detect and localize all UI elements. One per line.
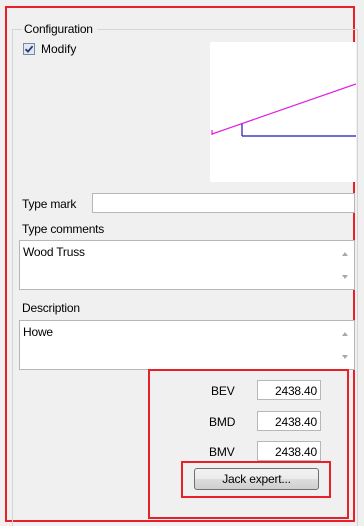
scroll-up-icon[interactable] (342, 332, 348, 336)
bmv-label: BMV (209, 445, 235, 459)
modify-label: Modify (41, 42, 77, 56)
description-scrollbar[interactable] (338, 322, 353, 368)
check-icon (24, 45, 34, 53)
type-comments-label: Type comments (22, 222, 105, 236)
modify-checkbox[interactable] (23, 43, 35, 55)
bmd-field[interactable]: 2438.40 (257, 411, 321, 431)
scroll-down-icon[interactable] (342, 355, 348, 359)
bmv-field[interactable]: 2438.40 (257, 441, 321, 461)
bev-label: BEV (211, 384, 235, 398)
configuration-title: Configuration (22, 22, 97, 36)
type-mark-input[interactable] (92, 193, 355, 213)
type-comments-textarea[interactable]: Wood Truss (19, 240, 355, 290)
scroll-down-icon[interactable] (342, 275, 348, 279)
type-mark-label: Type mark (22, 197, 77, 211)
truss-preview (210, 42, 356, 182)
jack-expert-button[interactable]: Jack expert... (194, 468, 319, 490)
top-chord-line (211, 83, 356, 135)
type-comments-scrollbar[interactable] (338, 242, 353, 288)
bev-field[interactable]: 2438.40 (257, 380, 321, 400)
type-comments-value: Wood Truss (23, 245, 85, 259)
description-label: Description (22, 301, 80, 315)
description-textarea[interactable]: Howe (19, 320, 355, 370)
modify-checkbox-row[interactable]: Modify (23, 42, 76, 56)
description-value: Howe (23, 325, 53, 339)
bmd-label: BMD (209, 415, 236, 429)
scroll-up-icon[interactable] (342, 252, 348, 256)
